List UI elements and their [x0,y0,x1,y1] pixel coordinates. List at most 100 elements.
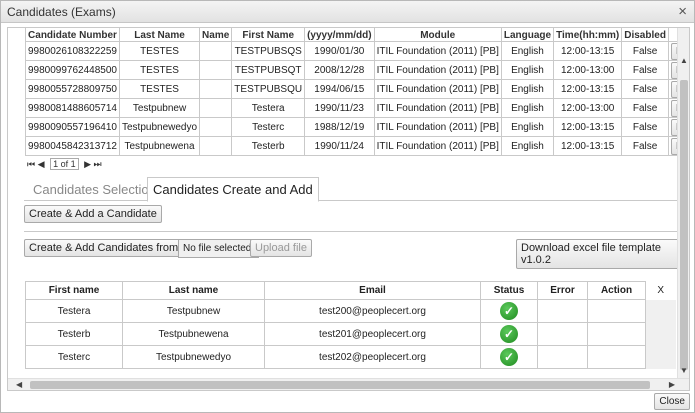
language: English [500,79,555,99]
tab-candidates-selection[interactable]: Candidates Selection [28,179,161,201]
first-name: Testerb [231,136,306,156]
language: English [500,136,555,156]
tab-candidates-create-and-add[interactable]: Candidates Create and Add [147,177,319,202]
name [199,41,233,61]
scroll-up-icon[interactable]: ▲ [679,56,689,65]
last-name: TESTES [118,41,201,61]
tab-bar: Candidates Selection Candidates Create a… [24,177,678,202]
table-row: 9980081488605714 Testpubnew Testera 1990… [25,98,689,118]
horizontal-scroll-thumb[interactable] [30,381,650,389]
name [199,98,233,118]
scroll-down-icon[interactable]: ▼ [679,366,689,375]
candidate-number: 9980045842313712 [25,136,120,156]
first-name: Testerc [231,117,306,137]
file-status[interactable]: No file selected. [178,239,260,258]
module: ITIL Foundation (2011) [PB] [373,117,502,137]
date-of-birth: 1988/12/19 [304,117,375,137]
module: ITIL Foundation (2011) [PB] [373,136,502,156]
action [587,345,646,369]
time: 12:00-13:15 [553,136,623,156]
close-button[interactable]: Close [654,393,690,410]
col-language: Language [500,28,555,42]
last-page-icon[interactable]: ⏭ [94,159,102,170]
next-page-icon[interactable]: ▶ [84,159,91,170]
status-cell: ✓ [480,345,538,369]
time: 12:00-13:15 [553,41,623,61]
candidate-number: 9980055728809750 [25,79,120,99]
name [199,117,233,137]
error [537,299,588,323]
language: English [500,41,555,61]
last-name: Testpubnewena [122,322,265,346]
check-circle-icon: ✓ [500,325,518,343]
dialog-close-icon[interactable]: × [678,3,687,21]
last-name: Testpubnewedyo [118,117,201,137]
col-status: Status [480,281,538,300]
disabled: False [621,60,669,80]
error [537,322,588,346]
time: 12:00-13:00 [553,60,623,80]
candidate-number: 9980026108322259 [25,41,120,61]
dialog-title: Candidates (Exams) [7,5,116,19]
horizontal-scrollbar[interactable]: ◀ ▶ [8,378,689,390]
dialog-titlebar: Candidates (Exams) × [1,1,694,23]
col-name: Name [199,28,233,42]
first-name: TESTPUBSQS [231,41,306,61]
last-name: Testpubnew [122,299,265,323]
table-row: Testerc Testpubnewedyo test202@peoplecer… [25,345,676,369]
clear-all-icon[interactable]: X [645,281,676,300]
added-candidates-table: First name Last name Email Status Error … [25,281,676,369]
upload-file-button[interactable]: Upload file [250,239,312,257]
action [587,299,646,323]
email: test200@peoplecert.org [264,299,481,323]
vertical-scrollbar[interactable]: ▲ ▼ [677,28,689,378]
col-last-name: Last name [122,281,265,300]
table-row: Testera Testpubnew test200@peoplecert.or… [25,299,676,323]
page-indicator: 1 of 1 [50,158,79,170]
email: test202@peoplecert.org [264,345,481,369]
col-action: Action [587,281,646,300]
last-name: Testpubnewena [118,136,201,156]
disabled: False [621,41,669,61]
check-circle-icon: ✓ [500,302,518,320]
last-name: TESTES [118,60,201,80]
scroll-left-icon[interactable]: ◀ [16,379,22,390]
download-template-button[interactable]: Download excel file template v1.0.2 [516,239,689,269]
date-of-birth: 1990/11/24 [304,136,375,156]
module: ITIL Foundation (2011) [PB] [373,98,502,118]
name [199,60,233,80]
date-of-birth: 1990/01/30 [304,41,375,61]
first-name: Testera [231,98,306,118]
col-time: Time(hh:mm) [553,28,623,42]
dialog-content: Candidate Number Last Name Name First Na… [7,27,690,391]
candidate-number: 9980090557196410 [25,117,120,137]
time: 12:00-13:00 [553,98,623,118]
row-gutter [645,322,676,346]
scroll-right-icon[interactable]: ▶ [669,379,675,390]
prev-page-icon[interactable]: ◀ [38,159,45,170]
time: 12:00-13:15 [553,117,623,137]
email: test201@peoplecert.org [264,322,481,346]
module: ITIL Foundation (2011) [PB] [373,41,502,61]
first-name: Testerb [25,322,123,346]
candidates-table: Candidate Number Last Name Name First Na… [25,28,689,156]
last-name: Testpubnewedyo [122,345,265,369]
table-row: 9980045842313712 Testpubnewena Testerb 1… [25,136,689,156]
disabled: False [621,117,669,137]
col-first-name: First Name [231,28,306,42]
create-add-from-file-button[interactable]: Create & Add Candidates from file [24,239,201,257]
create-add-candidate-button[interactable]: Create & Add a Candidate [24,205,162,223]
first-page-icon[interactable]: ⏮ [27,159,35,170]
first-name: TESTPUBSQU [231,79,306,99]
name [199,136,233,156]
row-gutter [645,345,676,369]
vertical-scroll-thumb[interactable] [680,80,688,370]
col-disabled: Disabled [621,28,669,42]
name [199,79,233,99]
action [587,322,646,346]
row-gutter [645,299,676,323]
disabled: False [621,98,669,118]
col-date-of-birth: (yyyy/mm/dd) [304,28,375,42]
col-last-name: Last Name [118,28,201,42]
disabled: False [621,79,669,99]
